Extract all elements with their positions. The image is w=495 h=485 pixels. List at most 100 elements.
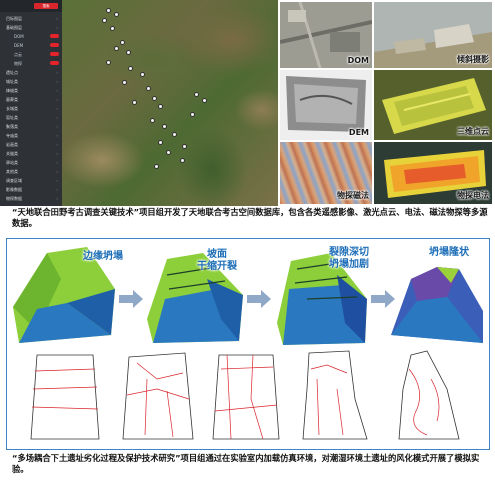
site-marker-icon[interactable]: [140, 72, 145, 77]
chevron-right-icon: ›: [56, 187, 58, 192]
tile-oblique-photo: 倾斜摄影: [374, 2, 492, 68]
sidebar-item-label: 目标图层: [6, 16, 22, 21]
chevron-right-icon: ›: [56, 196, 58, 201]
chevron-right-icon: ›: [56, 133, 58, 138]
sidebar-item-label: 烽燧类: [6, 88, 18, 93]
sidebar-item-2[interactable]: DOM: [0, 32, 62, 41]
site-marker-icon[interactable]: [146, 86, 151, 91]
chevron-right-icon: ›: [56, 106, 58, 111]
sidebar-item-12[interactable]: 聚落类 ›: [0, 122, 62, 131]
site-marker-icon[interactable]: [182, 144, 187, 149]
chevron-right-icon: ›: [56, 16, 58, 21]
site-marker-icon[interactable]: [132, 100, 137, 105]
site-marker-icon[interactable]: [162, 124, 167, 129]
chevron-right-icon: ›: [56, 79, 58, 84]
layer-toggle[interactable]: [50, 43, 59, 47]
site-marker-icon[interactable]: [114, 46, 119, 51]
sketch-stage-3: [212, 354, 280, 440]
sidebar-item-4[interactable]: 点云: [0, 50, 62, 59]
search-button[interactable]: 搜索: [34, 3, 58, 9]
sidebar-item-label: 调查区域: [6, 178, 22, 183]
sidebar-item-14[interactable]: 岩画类 ›: [0, 140, 62, 149]
tile-label-dem: DEM: [348, 128, 369, 137]
sidebar-item-label: 长城类: [6, 106, 18, 111]
sidebar-item-17[interactable]: 其他类 ›: [0, 167, 62, 176]
sidebar-item-label: 遗址点: [6, 70, 18, 75]
arrow-right-icon: [247, 290, 271, 308]
stage-label-3: 裂隙深切 坍塌加剧: [329, 247, 369, 270]
tile-label-point-cloud: 三维点云: [457, 127, 489, 136]
sidebar-item-1[interactable]: 基础图层 ›: [0, 23, 62, 32]
site-marker-icon[interactable]: [154, 164, 159, 169]
sidebar-item-label: 影像数据: [6, 187, 22, 192]
sketch-stage-1: [30, 354, 100, 440]
layer-sidebar: 搜索 目标图层 › 基础图层 › DOM DEM 点云 物探 遗址点 › 城址类 › 烽燧类 › 墓葬类 › 长…: [0, 0, 62, 206]
sidebar-item-6[interactable]: 遗址点 ›: [0, 68, 62, 77]
chevron-right-icon: ›: [56, 151, 58, 156]
sidebar-item-13[interactable]: 寺庙类 ›: [0, 131, 62, 140]
sidebar-item-7[interactable]: 城址类 ›: [0, 77, 62, 86]
arrow-right-icon: [371, 290, 395, 308]
sketch-stage-2: [122, 352, 194, 440]
erosion-figure-panel: 边缘坍塌 坡面 干缩开裂 裂隙深切 坍塌加剧 坍塌隆状: [6, 238, 490, 450]
sidebar-item-16[interactable]: 驿站类 ›: [0, 158, 62, 167]
tile-dem: DEM: [280, 70, 372, 140]
tile-label-oblique: 倾斜摄影: [457, 55, 489, 64]
chevron-right-icon: ›: [56, 142, 58, 147]
site-marker-icon[interactable]: [152, 96, 157, 101]
sidebar-item-label: DOM: [14, 34, 24, 39]
sidebar-item-3[interactable]: DEM: [0, 41, 62, 50]
chevron-right-icon: ›: [56, 178, 58, 183]
sidebar-item-9[interactable]: 墓葬类 ›: [0, 95, 62, 104]
site-marker-icon[interactable]: [110, 26, 115, 31]
satellite-map[interactable]: [62, 0, 278, 206]
site-marker-icon[interactable]: [172, 132, 177, 137]
site-marker-icon[interactable]: [106, 8, 111, 13]
chevron-right-icon: ›: [56, 97, 58, 102]
site-marker-icon[interactable]: [122, 80, 127, 85]
sidebar-item-18[interactable]: 调查区域 ›: [0, 176, 62, 185]
site-marker-icon[interactable]: [202, 98, 207, 103]
tile-label-geoelectric: 物探电法: [457, 191, 489, 200]
site-marker-icon[interactable]: [106, 60, 111, 65]
site-marker-icon[interactable]: [128, 66, 133, 71]
sidebar-item-0[interactable]: 目标图层 ›: [0, 14, 62, 23]
tile-dom: DOM: [280, 2, 372, 68]
site-marker-icon[interactable]: [180, 158, 185, 163]
site-marker-icon[interactable]: [126, 50, 131, 55]
arrow-right-icon: [119, 290, 143, 308]
tile-geomagnetic: 物探磁法: [280, 142, 372, 204]
chevron-right-icon: ›: [56, 124, 58, 129]
chevron-right-icon: ›: [56, 70, 58, 75]
site-marker-icon[interactable]: [114, 12, 119, 17]
layer-toggle[interactable]: [50, 52, 59, 56]
sidebar-item-15[interactable]: 关隘类 ›: [0, 149, 62, 158]
site-marker-icon[interactable]: [166, 150, 171, 155]
caption-bottom: “多场耦合下土遗址劣化过程及保护技术研究”项目组通过在实验室内加载仿真环境，对潮…: [12, 453, 480, 474]
site-marker-icon[interactable]: [194, 92, 199, 97]
sidebar-item-label: DEM: [14, 43, 24, 48]
sidebar-item-19[interactable]: 影像数据 ›: [0, 185, 62, 194]
sidebar-item-8[interactable]: 烽燧类 ›: [0, 86, 62, 95]
site-marker-icon[interactable]: [158, 104, 163, 109]
sketch-stage-4: [302, 350, 368, 440]
sidebar-item-5[interactable]: 物探: [0, 59, 62, 68]
tile-label-geomagnetic: 物探磁法: [337, 191, 369, 200]
tile-geoelectric: 物探电法: [374, 142, 492, 204]
sidebar-item-20[interactable]: 物探数据 ›: [0, 194, 62, 203]
site-marker-icon[interactable]: [120, 40, 125, 45]
caption-top: “天地联合田野考古调查关键技术”项目组开发了天地联合考古空间数据库，包含各类遥感…: [12, 207, 488, 228]
layer-toggle[interactable]: [50, 34, 59, 38]
site-marker-icon[interactable]: [158, 140, 163, 145]
chevron-right-icon: ›: [56, 115, 58, 120]
stage-label-2: 坡面 干缩开裂: [197, 249, 237, 272]
site-marker-icon[interactable]: [102, 18, 107, 23]
layer-toggle[interactable]: [50, 61, 59, 65]
site-marker-icon[interactable]: [190, 112, 195, 117]
sidebar-item-11[interactable]: 窑址类 ›: [0, 113, 62, 122]
sidebar-item-label: 聚落类: [6, 124, 18, 129]
chevron-right-icon: ›: [56, 169, 58, 174]
sidebar-item-label: 驿站类: [6, 160, 18, 165]
sidebar-item-10[interactable]: 长城类 ›: [0, 104, 62, 113]
site-marker-icon[interactable]: [150, 118, 155, 123]
